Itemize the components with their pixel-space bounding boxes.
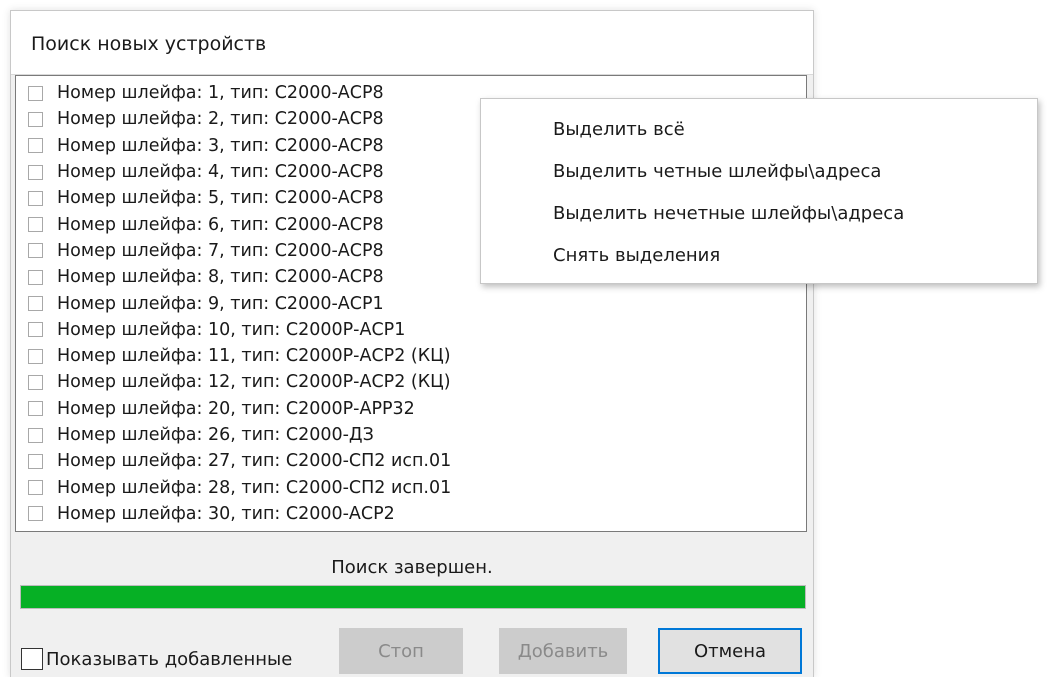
list-item-checkbox[interactable] xyxy=(28,322,43,338)
list-item-label: Номер шлейфа: 4, тип: С2000-АСР8 xyxy=(57,162,384,183)
list-item[interactable]: Номер шлейфа: 20, тип: С2000Р-АРР32 xyxy=(28,396,451,422)
list-item-label: Номер шлейфа: 10, тип: С2000Р-АСР1 xyxy=(57,319,406,340)
list-item[interactable]: Номер шлейфа: 10, тип: С2000Р-АСР1 xyxy=(28,317,451,343)
list-item-label: Номер шлейфа: 30, тип: С2000-АСР2 xyxy=(57,503,395,524)
list-item-checkbox[interactable] xyxy=(28,243,43,259)
list-item-label: Номер шлейфа: 20, тип: С2000Р-АРР32 xyxy=(57,398,415,419)
screen: Поиск новых устройств Номер шлейфа: 1, т… xyxy=(0,0,1056,677)
show-added-checkbox[interactable]: Показывать добавленные xyxy=(21,648,292,670)
menu-item-select-odd[interactable]: Выделить нечетные шлейфы\адреса xyxy=(553,203,904,224)
list-item-label: Номер шлейфа: 26, тип: С2000-ДЗ xyxy=(57,425,374,445)
list-item[interactable]: Номер шлейфа: 11, тип: С2000Р-АСР2 (КЦ) xyxy=(28,343,451,369)
add-button[interactable]: Добавить xyxy=(499,628,627,674)
status-text: Поиск завершен. xyxy=(331,557,493,578)
list-item-checkbox[interactable] xyxy=(28,374,43,390)
list-item-checkbox[interactable] xyxy=(28,480,43,496)
list-item-checkbox[interactable] xyxy=(28,269,43,285)
progress-fill xyxy=(21,586,805,608)
list-item-label: Номер шлейфа: 7, тип: С2000-АСР8 xyxy=(57,240,384,261)
list-item-label: Номер шлейфа: 28, тип: С2000-СП2 исп.01 xyxy=(57,477,452,498)
list-item-label: Номер шлейфа: 2, тип: С2000-АСР8 xyxy=(57,109,384,130)
list-item[interactable]: Номер шлейфа: 4, тип: С2000-АСР8 xyxy=(28,159,451,185)
list-item-label: Номер шлейфа: 11, тип: С2000Р-АСР2 (КЦ) xyxy=(57,346,451,367)
menu-item-clear-selection[interactable]: Снять выделения xyxy=(553,245,720,266)
stop-button[interactable]: Стоп xyxy=(339,628,463,674)
list-item-checkbox[interactable] xyxy=(28,164,43,180)
list-item-checkbox[interactable] xyxy=(28,190,43,206)
list-item[interactable]: Номер шлейфа: 7, тип: С2000-АСР8 xyxy=(28,238,451,264)
list-item[interactable]: Номер шлейфа: 6, тип: С2000-АСР8 xyxy=(28,211,451,237)
list-item[interactable]: Номер шлейфа: 12, тип: С2000Р-АСР2 (КЦ) xyxy=(28,369,451,395)
list-item[interactable]: Номер шлейфа: 9, тип: С2000-АСР1 xyxy=(28,290,451,316)
list-item-checkbox[interactable] xyxy=(28,506,43,522)
cancel-button[interactable]: Отмена xyxy=(658,628,802,674)
list-item-label: Номер шлейфа: 6, тип: С2000-АСР8 xyxy=(57,214,384,235)
dialog-titlebar: Поиск новых устройств xyxy=(11,11,813,75)
list-item-checkbox[interactable] xyxy=(28,453,43,469)
list-item[interactable]: Номер шлейфа: 1, тип: С2000-АСР8 xyxy=(28,80,451,106)
show-added-checkbox-box[interactable] xyxy=(21,648,43,670)
list-item-label: Номер шлейфа: 12, тип: С2000Р-АСР2 (КЦ) xyxy=(57,372,451,393)
menu-item-select-all[interactable]: Выделить всё xyxy=(553,119,685,140)
list-item-label: Номер шлейфа: 9, тип: С2000-АСР1 xyxy=(57,293,384,314)
list-item[interactable]: Номер шлейфа: 30, тип: С2000-АСР2 xyxy=(28,501,451,527)
list-item-checkbox[interactable] xyxy=(28,85,43,101)
list-item[interactable]: Номер шлейфа: 5, тип: С2000-АСР8 xyxy=(28,185,451,211)
list-item[interactable]: Номер шлейфа: 28, тип: С2000-СП2 исп.01 xyxy=(28,474,451,500)
list-item-label: Номер шлейфа: 5, тип: С2000-АСР8 xyxy=(57,188,384,209)
list-item-checkbox[interactable] xyxy=(28,348,43,364)
list-item-label: Номер шлейфа: 3, тип: С2000-АСР8 xyxy=(57,135,384,156)
dialog-title: Поиск новых устройств xyxy=(31,33,267,55)
list-item-label: Номер шлейфа: 27, тип: С2000-СП2 исп.01 xyxy=(57,451,452,472)
menu-item-select-even[interactable]: Выделить четные шлейфы\адреса xyxy=(553,161,881,182)
list-item-checkbox[interactable] xyxy=(28,138,43,154)
list-item[interactable]: Номер шлейфа: 27, тип: С2000-СП2 исп.01 xyxy=(28,448,451,474)
list-item-checkbox[interactable] xyxy=(28,111,43,127)
list-item[interactable]: Номер шлейфа: 2, тип: С2000-АСР8 xyxy=(28,106,451,132)
list-item[interactable]: Номер шлейфа: 8, тип: С2000-АСР8 xyxy=(28,264,451,290)
list-item-label: Номер шлейфа: 1, тип: С2000-АСР8 xyxy=(57,83,384,104)
show-added-label: Показывать добавленные xyxy=(46,648,293,670)
list-item[interactable]: Номер шлейфа: 3, тип: С2000-АСР8 xyxy=(28,133,451,159)
progress-bar xyxy=(20,585,806,609)
list-item-checkbox[interactable] xyxy=(28,296,43,312)
list-item-checkbox[interactable] xyxy=(28,427,43,443)
list-item-label: Номер шлейфа: 8, тип: С2000-АСР8 xyxy=(57,267,384,288)
context-menu: Выделить всё Выделить четные шлейфы\адре… xyxy=(480,98,1038,284)
list-item[interactable]: Номер шлейфа: 26, тип: С2000-ДЗ xyxy=(28,422,451,448)
device-list-items: Номер шлейфа: 1, тип: С2000-АСР8 Номер шл… xyxy=(28,80,451,527)
list-item-checkbox[interactable] xyxy=(28,401,43,417)
list-item-checkbox[interactable] xyxy=(28,217,43,233)
